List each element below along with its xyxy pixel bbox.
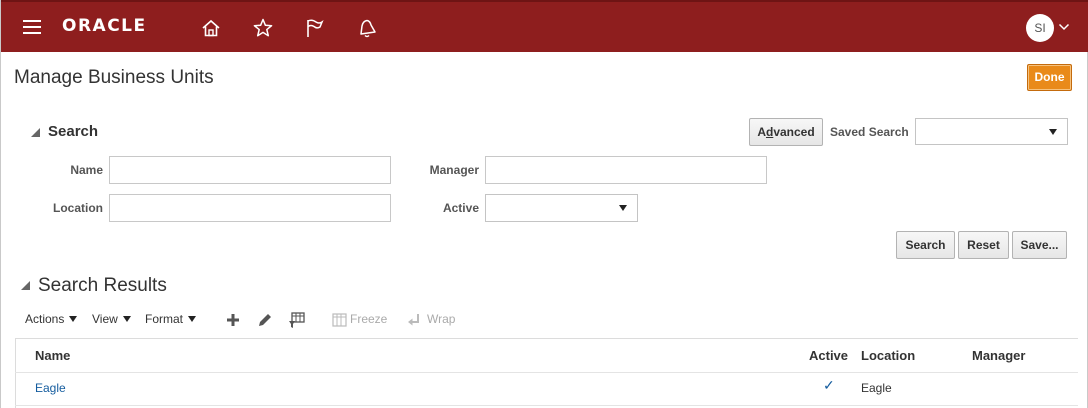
advanced-button[interactable]: Advanced (749, 118, 823, 146)
format-menu[interactable]: Format (145, 312, 197, 326)
manager-input[interactable] (485, 156, 767, 184)
search-heading: Search (48, 123, 99, 140)
bell-icon[interactable] (356, 17, 378, 39)
column-header-manager[interactable]: Manager (972, 348, 1025, 363)
row-name-link[interactable]: Eagle (35, 381, 66, 395)
chevron-down-icon[interactable] (1058, 22, 1070, 32)
star-icon[interactable] (252, 17, 274, 39)
location-label: Location (53, 201, 103, 215)
wrap-label: Wrap (427, 312, 456, 326)
header-divider (15, 372, 1078, 373)
save-search-button[interactable]: Save... (1012, 231, 1067, 259)
query-by-example-icon[interactable] (288, 311, 306, 329)
freeze-label: Freeze (350, 312, 388, 326)
dropdown-arrow-icon (619, 205, 627, 211)
active-check-icon: ✓ (823, 377, 835, 393)
active-label: Active (442, 201, 479, 215)
view-menu[interactable]: View (92, 312, 131, 326)
manager-label: Manager (429, 163, 479, 177)
freeze-icon (332, 313, 347, 327)
location-input[interactable] (109, 194, 391, 222)
results-table: Name Active Location Manager Eagle ✓ Eag… (15, 338, 1078, 408)
reset-button[interactable]: Reset (958, 231, 1009, 259)
page-title: Manage Business Units (14, 67, 214, 88)
advanced-label: Advanced (757, 125, 815, 139)
search-button[interactable]: Search (896, 231, 955, 259)
user-avatar[interactable]: SI (1026, 14, 1054, 42)
column-header-name[interactable]: Name (35, 348, 70, 363)
dropdown-arrow-icon (1049, 129, 1057, 135)
name-label: Name (70, 163, 103, 177)
flag-icon[interactable] (304, 17, 326, 39)
caret-down-icon (69, 316, 78, 322)
caret-down-icon (122, 316, 131, 322)
home-icon[interactable] (200, 17, 222, 39)
actions-label: Actions (25, 312, 65, 326)
name-input[interactable] (109, 156, 391, 184)
oracle-logo[interactable]: ORACLE (62, 16, 147, 36)
row-divider (15, 405, 1078, 406)
column-header-location[interactable]: Location (861, 348, 915, 363)
collapse-results-icon[interactable] (21, 281, 30, 290)
menu-icon[interactable] (23, 20, 41, 34)
wrap-icon (408, 314, 419, 326)
column-header-active[interactable]: Active (809, 348, 848, 363)
edit-icon[interactable] (256, 311, 274, 329)
caret-down-icon (188, 316, 197, 322)
collapse-search-icon[interactable] (31, 128, 40, 137)
view-label: View (92, 312, 118, 326)
global-header: ORACLE SI (1, 0, 1088, 52)
saved-search-select[interactable] (915, 118, 1068, 145)
row-location: Eagle (861, 381, 892, 395)
results-heading: Search Results (38, 275, 167, 296)
format-label: Format (145, 312, 184, 326)
actions-menu[interactable]: Actions (25, 312, 78, 326)
done-button[interactable]: Done (1027, 64, 1072, 91)
add-icon[interactable] (224, 311, 242, 329)
active-select[interactable] (485, 194, 638, 222)
app-frame: ORACLE SI Manage Business Units Done Sea… (0, 0, 1088, 408)
saved-search-label: Saved Search (830, 125, 909, 139)
